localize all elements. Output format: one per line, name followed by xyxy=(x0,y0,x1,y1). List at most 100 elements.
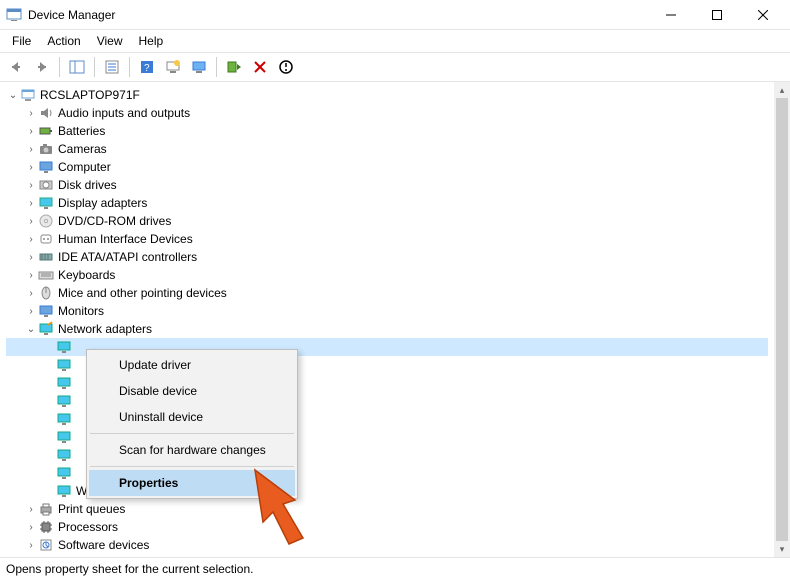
cpu-icon xyxy=(38,519,54,535)
vertical-scrollbar[interactable]: ▴ ▾ xyxy=(774,82,790,557)
status-bar: Opens property sheet for the current sel… xyxy=(0,557,790,579)
tree-category[interactable]: ›Human Interface Devices xyxy=(6,230,768,248)
tree-label: Display adapters xyxy=(58,196,147,210)
tree-category[interactable]: ⌄ Network adapters xyxy=(6,320,768,338)
show-hide-tree-button[interactable] xyxy=(65,55,89,79)
tree-label: DVD/CD-ROM drives xyxy=(58,214,171,228)
tree-label: Monitors xyxy=(58,304,104,318)
ctx-disable-device[interactable]: Disable device xyxy=(89,378,295,404)
tree-label: Disk drives xyxy=(58,178,117,192)
toolbar-separator xyxy=(216,57,217,77)
tree-category[interactable]: › Batteries xyxy=(6,122,768,140)
battery-icon xyxy=(38,123,54,139)
chevron-icon[interactable]: › xyxy=(24,522,38,533)
tree-category[interactable]: › Monitors xyxy=(6,302,768,320)
toolbar-separator xyxy=(94,57,95,77)
software-icon xyxy=(38,537,54,553)
tree-category[interactable]: › Disk drives xyxy=(6,176,768,194)
tree-category[interactable]: ›Processors xyxy=(6,518,768,536)
chevron-icon[interactable]: › xyxy=(24,234,38,245)
scan-hardware-button[interactable] xyxy=(161,55,185,79)
chevron-icon[interactable]: › xyxy=(24,504,38,515)
scroll-thumb[interactable] xyxy=(776,98,788,541)
netchild-icon xyxy=(56,465,72,481)
forward-button[interactable] xyxy=(30,55,54,79)
window-title: Device Manager xyxy=(28,8,648,22)
netchild-icon xyxy=(56,483,72,499)
toolbar-separator xyxy=(129,57,130,77)
uninstall-device-button[interactable] xyxy=(248,55,272,79)
chevron-icon[interactable]: › xyxy=(24,288,38,299)
close-button[interactable] xyxy=(740,0,786,30)
tree-label: Software devices xyxy=(58,538,149,552)
tree-label: Network adapters xyxy=(58,322,152,336)
chevron-icon[interactable]: › xyxy=(24,540,38,551)
camera-icon xyxy=(38,141,54,157)
tree-category[interactable]: › Mice and other pointing devices xyxy=(6,284,768,302)
keyboard-icon xyxy=(38,267,54,283)
menu-view[interactable]: View xyxy=(89,32,131,50)
tree-label: Print queues xyxy=(58,502,125,516)
tree-label: Keyboards xyxy=(58,268,115,282)
network-icon xyxy=(38,321,54,337)
chevron-icon[interactable]: › xyxy=(24,306,38,317)
scroll-up-button[interactable]: ▴ xyxy=(774,82,790,98)
tree-category[interactable]: ›Computer xyxy=(6,158,768,176)
pc-icon xyxy=(20,87,36,103)
enable-device-button[interactable] xyxy=(222,55,246,79)
minimize-button[interactable] xyxy=(648,0,694,30)
tree-root[interactable]: ⌄ RCSLAPTOP971F xyxy=(6,86,768,104)
ctx-uninstall-device[interactable]: Uninstall device xyxy=(89,404,295,430)
properties-button[interactable] xyxy=(100,55,124,79)
speaker-icon xyxy=(38,105,54,121)
tree-category[interactable]: ›Cameras xyxy=(6,140,768,158)
scroll-down-button[interactable]: ▾ xyxy=(774,541,790,557)
toolbar: ? xyxy=(0,52,790,82)
update-driver-button[interactable] xyxy=(187,55,211,79)
chevron-icon[interactable]: › xyxy=(24,198,38,209)
netchild-icon xyxy=(56,447,72,463)
disable-device-button[interactable] xyxy=(274,55,298,79)
chevron-icon[interactable]: › xyxy=(24,216,38,227)
tree-label: Batteries xyxy=(58,124,105,138)
tree-label: RCSLAPTOP971F xyxy=(40,88,140,102)
chevron-icon[interactable]: › xyxy=(24,108,38,119)
app-icon xyxy=(6,7,22,23)
tree-category[interactable]: › Software devices xyxy=(6,536,768,554)
chevron-icon[interactable]: › xyxy=(24,252,38,263)
chevron-icon[interactable]: › xyxy=(24,180,38,191)
svg-text:?: ? xyxy=(144,63,150,74)
mouse-icon xyxy=(38,285,54,301)
ctx-properties[interactable]: Properties xyxy=(89,470,295,496)
chevron-icon[interactable]: ⌄ xyxy=(6,90,20,101)
menu-file[interactable]: File xyxy=(4,32,39,50)
help-button[interactable]: ? xyxy=(135,55,159,79)
chevron-icon[interactable]: ⌄ xyxy=(24,324,38,335)
status-text: Opens property sheet for the current sel… xyxy=(6,562,253,576)
ctx-scan-hardware[interactable]: Scan for hardware changes xyxy=(89,437,295,463)
chevron-icon[interactable]: › xyxy=(24,162,38,173)
netchild-icon xyxy=(56,411,72,427)
netchild-icon xyxy=(56,375,72,391)
tree-category[interactable]: › Keyboards xyxy=(6,266,768,284)
titlebar: Device Manager xyxy=(0,0,790,30)
tree-category[interactable]: ›Audio inputs and outputs xyxy=(6,104,768,122)
tree-category[interactable]: › DVD/CD-ROM drives xyxy=(6,212,768,230)
hid-icon xyxy=(38,231,54,247)
ctx-separator xyxy=(90,466,294,467)
ctx-update-driver[interactable]: Update driver xyxy=(89,352,295,378)
tree-category[interactable]: › Display adapters xyxy=(6,194,768,212)
tree-label: Mice and other pointing devices xyxy=(58,286,227,300)
maximize-button[interactable] xyxy=(694,0,740,30)
netchild-icon xyxy=(56,339,72,355)
menu-action[interactable]: Action xyxy=(39,32,88,50)
chevron-icon[interactable]: › xyxy=(24,126,38,137)
menu-help[interactable]: Help xyxy=(131,32,172,50)
tree-category[interactable]: › Print queues xyxy=(6,500,768,518)
tree-category[interactable]: ›IDE ATA/ATAPI controllers xyxy=(6,248,768,266)
chevron-icon[interactable]: › xyxy=(24,144,38,155)
netchild-icon xyxy=(56,393,72,409)
back-button[interactable] xyxy=(4,55,28,79)
display-icon xyxy=(38,195,54,211)
chevron-icon[interactable]: › xyxy=(24,270,38,281)
